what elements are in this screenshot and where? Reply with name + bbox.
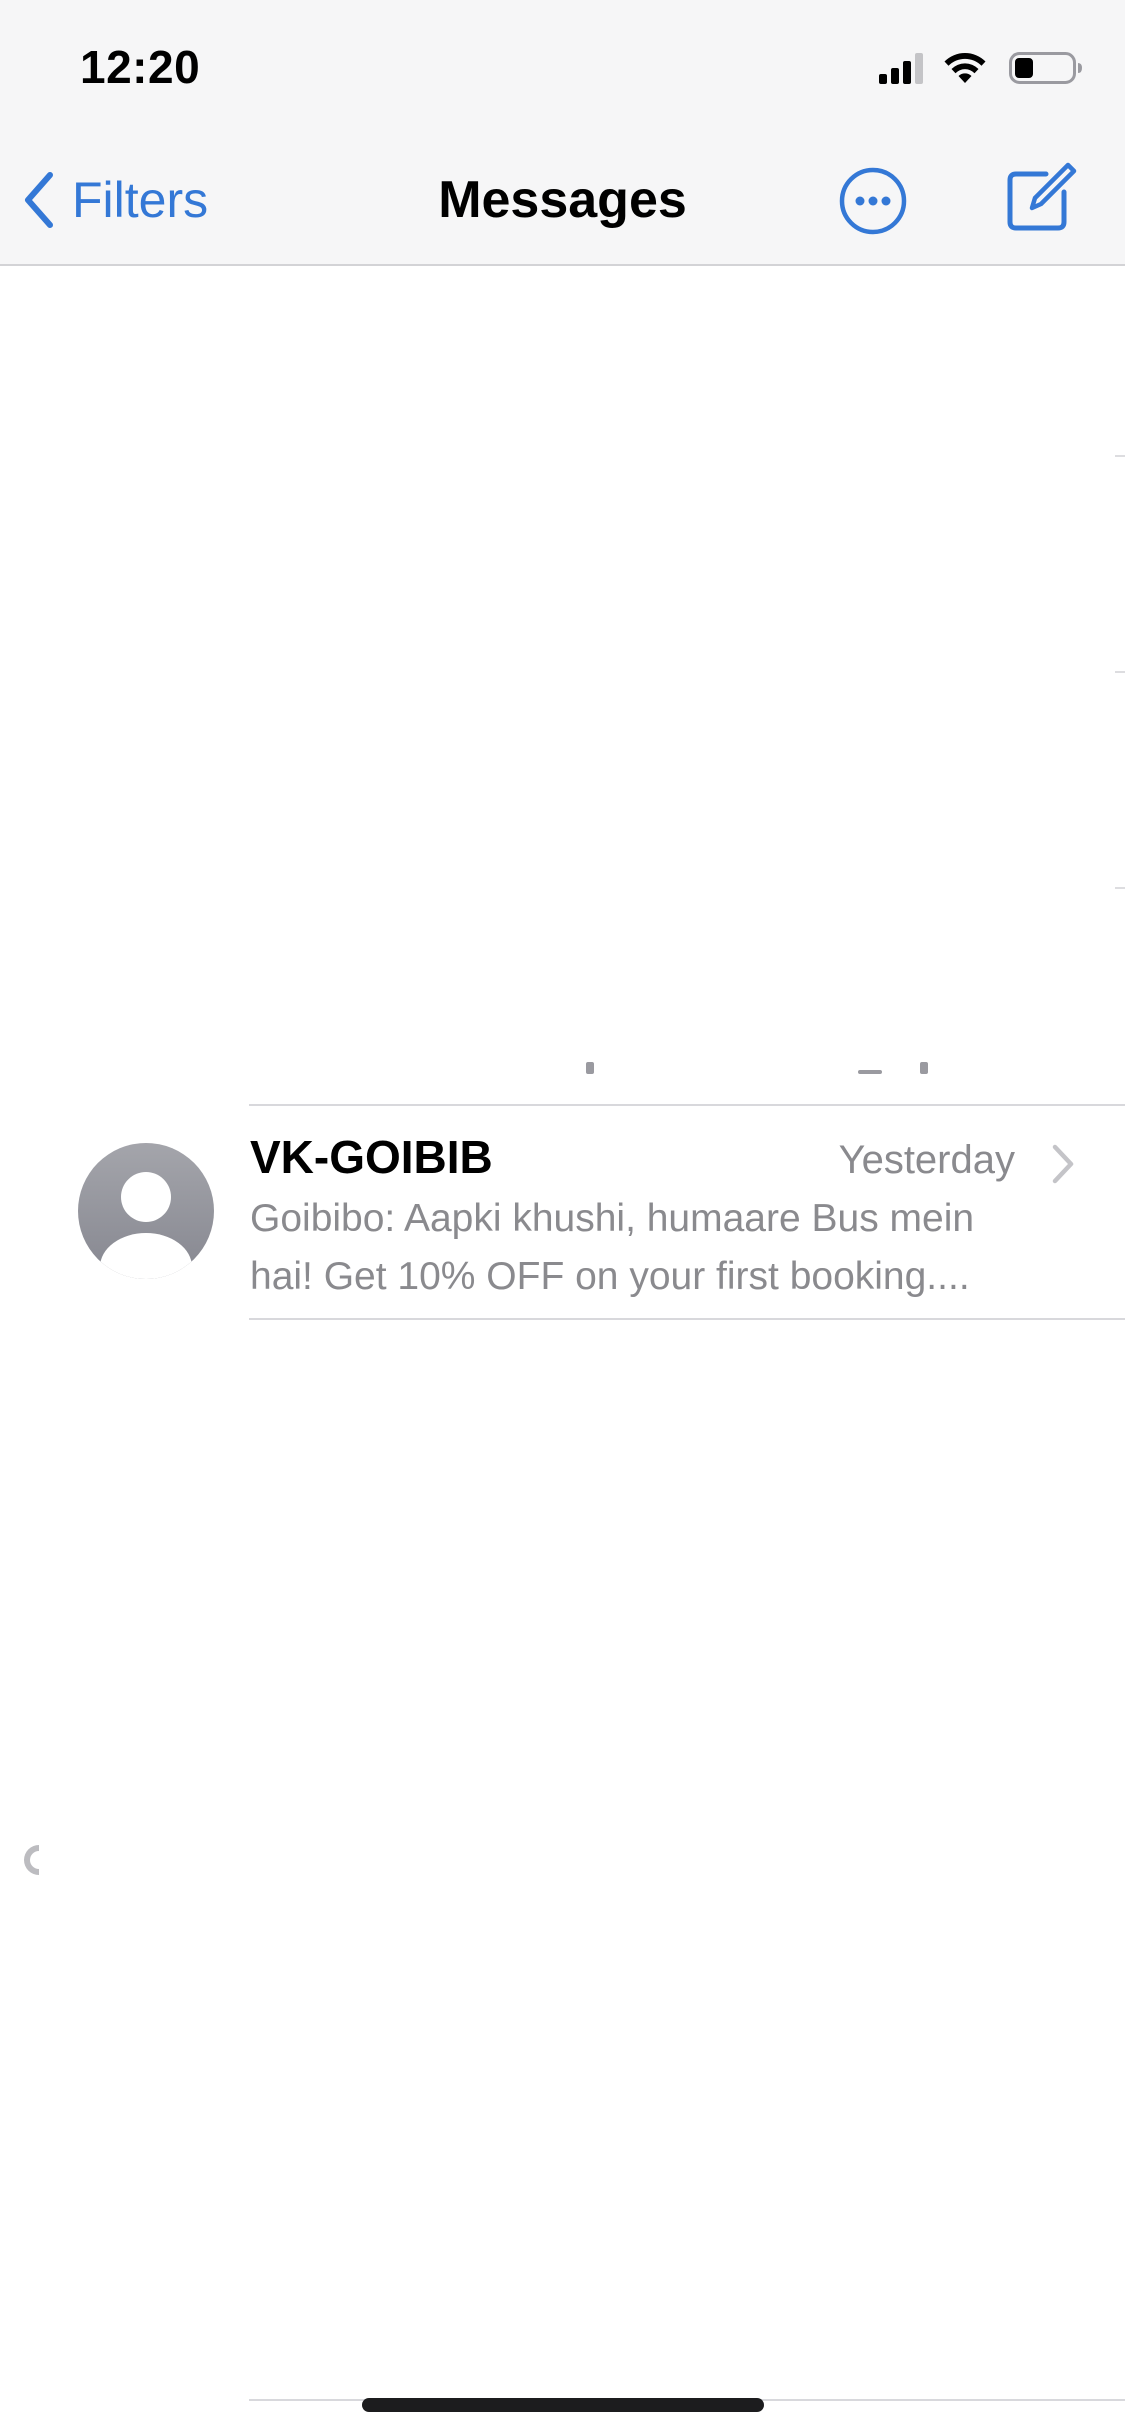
sender-name: VK-GOIBIB xyxy=(250,1131,493,1183)
compose-icon xyxy=(1007,162,1077,231)
home-indicator[interactable] xyxy=(362,2398,764,2412)
compose-button[interactable] xyxy=(1002,160,1078,236)
row-separator xyxy=(1115,887,1125,889)
status-time: 12:20 xyxy=(80,41,201,93)
row-separator xyxy=(249,1318,1125,1320)
chevron-right-icon xyxy=(1052,1144,1074,1184)
navigation-bar: Filters Messages xyxy=(0,140,1125,266)
conversation-row[interactable]: VK-GOIBIB Yesterday Goibibo: Aapki khush… xyxy=(0,1106,1125,1318)
person-avatar-icon xyxy=(78,1143,214,1279)
status-bar: 12:20 xyxy=(0,0,1125,140)
clipped-row-fragment xyxy=(586,1062,594,1074)
back-button[interactable]: Filters xyxy=(22,164,208,236)
row-separator xyxy=(1115,671,1125,673)
chevron-left-icon xyxy=(25,172,53,228)
more-options-button[interactable] xyxy=(838,166,908,236)
status-icons xyxy=(879,48,1083,88)
message-preview-line: hai! Get 10% OFF on your first booking..… xyxy=(250,1255,970,1298)
cellular-signal-icon xyxy=(879,53,923,84)
back-label: Filters xyxy=(72,172,209,228)
message-preview-line: Goibibo: Aapki khushi, humaare Bus mein xyxy=(250,1197,975,1240)
row-separator xyxy=(1115,455,1125,457)
message-preview: Goibibo: Aapki khushi, humaare Bus mein … xyxy=(250,1190,1070,1306)
clipped-row-fragment xyxy=(858,1070,882,1074)
ellipsis-circle-icon xyxy=(839,167,907,235)
wifi-icon xyxy=(944,53,986,83)
clipped-row-fragment xyxy=(250,2420,550,2436)
timestamp: Yesterday xyxy=(838,1138,1015,1182)
battery-icon xyxy=(1009,52,1082,84)
clipped-row-fragment xyxy=(920,1062,928,1074)
partial-edge-icon xyxy=(24,1845,39,1875)
